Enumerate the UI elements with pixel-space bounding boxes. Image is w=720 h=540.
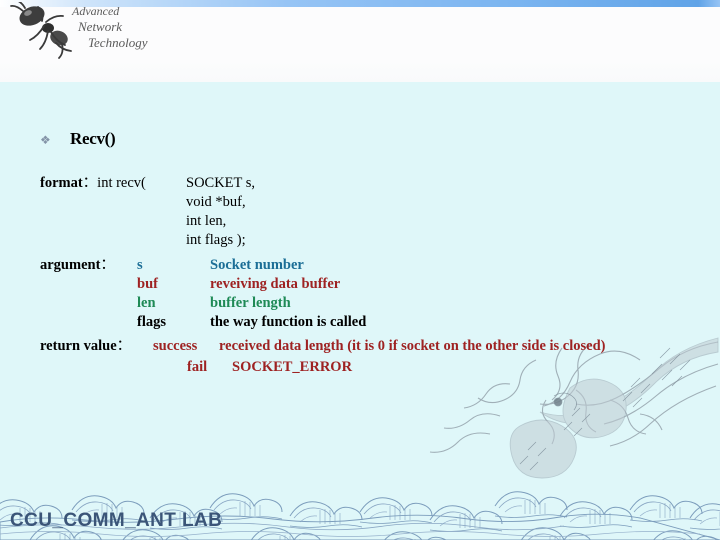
- argument-row: buf reveiving data buffer: [40, 275, 366, 294]
- format-line-0: format：int recv(SOCKET s,: [40, 174, 255, 193]
- argument-desc-len: buffer length: [210, 295, 291, 311]
- advanced-network-technology-logo: Advanced Network Technology: [6, 2, 186, 60]
- format-line-2: int len,: [40, 212, 255, 231]
- return-key-fail: fail: [187, 359, 208, 375]
- format-param-2: int len,: [186, 213, 227, 229]
- return-value-colon: ：: [116, 338, 132, 354]
- format-label: format: [40, 175, 83, 191]
- argument-desc-s: Socket number: [210, 257, 304, 273]
- format-param-3: int flags );: [186, 232, 246, 248]
- format-signature: int recv(: [97, 175, 146, 191]
- format-colon: ：: [82, 175, 98, 191]
- ant-icon: [10, 2, 72, 59]
- argument-row: argument： s Socket number: [40, 256, 366, 275]
- argument-lead: argument：: [40, 256, 137, 275]
- return-value-label: return value: [40, 338, 117, 354]
- argument-row: len buffer length: [40, 294, 366, 313]
- return-key-success: success: [153, 338, 198, 354]
- bullet-heading: ❖ Recv(): [40, 129, 116, 150]
- diamond-bullet-icon: ❖: [40, 133, 51, 147]
- format-block: format：int recv(SOCKET s, void *buf, int…: [40, 174, 255, 250]
- return-value-lead: return value：: [40, 337, 153, 356]
- return-val-fail: SOCKET_ERROR: [232, 359, 353, 375]
- svg-text:Advanced: Advanced: [71, 4, 120, 18]
- header-fade: [0, 60, 720, 82]
- argument-row: flags the way function is called: [40, 313, 366, 332]
- return-value-row: return value： success received data length…: [40, 337, 606, 358]
- return-value-block: return value： success received data length…: [40, 337, 606, 379]
- argument-colon: ：: [100, 257, 115, 273]
- format-param-1: void *buf,: [186, 194, 246, 210]
- argument-block: argument： s Socket number buf reveiving dat…: [40, 256, 366, 332]
- svg-text:Technology: Technology: [88, 35, 148, 50]
- argument-name-flags: flags: [137, 314, 166, 330]
- return-val-success: received data length (it is 0 if socket …: [219, 338, 606, 354]
- format-line-1: void *buf,: [40, 193, 255, 212]
- argument-name-buf: buf: [137, 276, 158, 292]
- footer-lab-name: CCU_COMM_ANT LAB: [10, 510, 223, 531]
- argument-desc-flags: the way function is called: [210, 314, 367, 330]
- argument-name-s: s: [137, 257, 143, 273]
- argument-label: argument: [40, 257, 101, 273]
- svg-text:Network: Network: [77, 19, 122, 34]
- argument-name-len: len: [137, 295, 156, 311]
- format-line-3: int flags );: [40, 231, 255, 250]
- page-title: Recv(): [70, 129, 116, 148]
- format-lead: format：int recv(: [40, 174, 186, 193]
- argument-desc-buf: reveiving data buffer: [210, 276, 341, 292]
- format-param-0: SOCKET s,: [186, 175, 256, 191]
- return-value-row: fail SOCKET_ERROR: [40, 358, 606, 379]
- slide-canvas: Advanced Network Technology ❖ Recv() for…: [0, 0, 720, 540]
